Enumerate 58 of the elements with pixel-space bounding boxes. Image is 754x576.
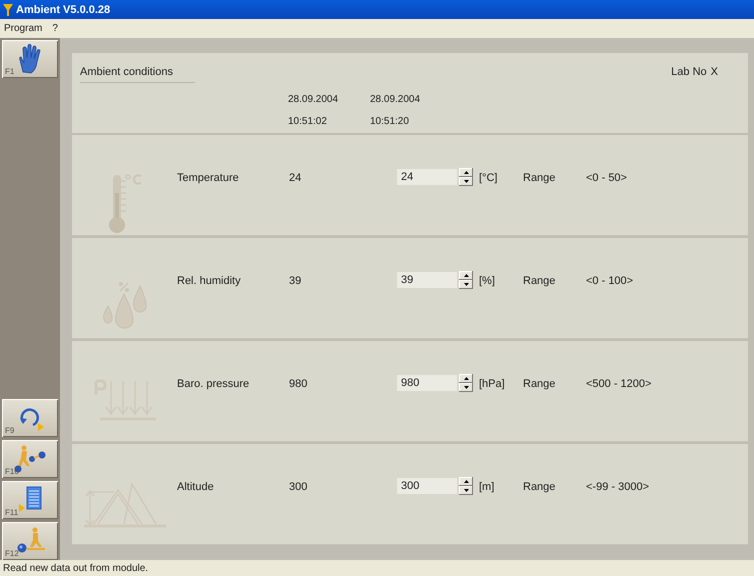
down-arrow-icon	[464, 386, 468, 389]
value-input[interactable]: 980	[397, 375, 457, 391]
range-label: Range	[523, 377, 556, 392]
measurement-label: Rel. humidity	[177, 274, 242, 289]
down-arrow-icon	[464, 489, 468, 492]
unit-label: [hPa]	[479, 377, 506, 392]
time-text: 10:51:20	[370, 115, 410, 129]
value-input[interactable]: 300	[397, 478, 457, 494]
value-input[interactable]: 39	[397, 272, 457, 288]
up-arrow-icon	[464, 377, 468, 380]
hand-icon	[17, 44, 43, 74]
function-key-button[interactable]: F12	[2, 522, 58, 560]
increment-button[interactable]	[459, 374, 473, 383]
unit-label: [°C]	[479, 171, 498, 186]
unit-label: [m]	[479, 480, 496, 495]
up-arrow-icon	[464, 274, 468, 277]
function-key-button[interactable]: F9	[2, 399, 58, 437]
app-logo-icon	[3, 4, 13, 16]
decrement-button[interactable]	[459, 177, 473, 186]
down-arrow-icon	[464, 283, 468, 286]
measured-value: 39	[289, 274, 302, 289]
window-title: Ambient V5.0.0.28	[16, 4, 110, 16]
measured-value: 24	[289, 171, 302, 186]
decrement-button[interactable]	[459, 486, 473, 495]
range-value: <-99 - 3000>	[586, 480, 650, 495]
increment-button[interactable]	[459, 477, 473, 486]
range-label: Range	[523, 480, 556, 495]
measurement-label: Baro. pressure	[177, 377, 250, 392]
up-arrow-icon	[464, 480, 468, 483]
down-arrow-icon	[464, 180, 468, 183]
increment-button[interactable]	[459, 271, 473, 280]
lab-no-value: X	[710, 66, 718, 80]
range-label: Range	[523, 171, 556, 186]
range-value: <0 - 50>	[586, 171, 628, 186]
unit-label: [%]	[479, 274, 496, 289]
measured-value: 980	[289, 377, 308, 392]
menu-item[interactable]: ?	[52, 23, 58, 34]
lab-no-label: Lab No	[671, 66, 707, 80]
time-text: 10:51:02	[288, 115, 328, 129]
decrement-button[interactable]	[459, 383, 473, 392]
function-key-button[interactable]: F1	[2, 40, 58, 78]
value-input[interactable]: 24	[397, 169, 457, 185]
status-text: Read new data out from module.	[3, 562, 148, 574]
measured-value: 300	[289, 480, 308, 495]
measurement-label: Altitude	[177, 480, 215, 495]
range-value: <500 - 1200>	[586, 377, 652, 392]
date-text: 28.09.2004	[288, 93, 340, 107]
decrement-button[interactable]	[459, 280, 473, 289]
function-key-button[interactable]: F11	[2, 481, 58, 519]
date-text: 28.09.2004	[370, 93, 422, 107]
range-label: Range	[523, 274, 556, 289]
function-key-button[interactable]: F10	[2, 440, 58, 478]
increment-button[interactable]	[459, 168, 473, 177]
section-title: Ambient conditions	[80, 66, 195, 83]
range-value: <0 - 100>	[586, 274, 634, 289]
measurement-label: Temperature	[177, 171, 240, 186]
up-arrow-icon	[464, 171, 468, 174]
menu-item[interactable]: Program	[4, 23, 42, 34]
